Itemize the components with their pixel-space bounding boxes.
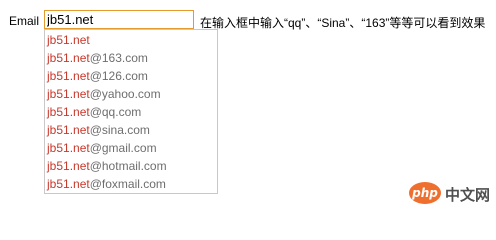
email-input[interactable] (44, 10, 194, 29)
php-cn-watermark-logo: php 中文网 (409, 182, 493, 206)
suggestion-item[interactable]: jb51.net@hotmail.com (45, 157, 217, 175)
hint-text: 在输入框中输入“qq”、“Sina”、“163”等等可以看到效果 (200, 16, 486, 30)
suggestion-domain: @qq.com (89, 105, 142, 119)
suggestion-item[interactable]: jb51.net (45, 31, 217, 49)
suggestion-item[interactable]: jb51.net@126.com (45, 67, 217, 85)
suggestion-typed-text: jb51.net (47, 177, 90, 191)
php-badge: php (409, 182, 441, 204)
suggestion-typed-text: jb51.net (47, 51, 90, 65)
suggestion-typed-text: jb51.net (47, 87, 90, 101)
suggestion-item[interactable]: jb51.net@163.com (45, 49, 217, 67)
watermark-text: 中文网 (445, 186, 491, 204)
suggestion-typed-text: jb51.net (47, 33, 90, 47)
suggestion-typed-text: jb51.net (47, 141, 90, 155)
suggestion-domain: @foxmail.com (89, 177, 166, 191)
suggestion-item[interactable]: jb51.net@foxmail.com (45, 175, 217, 193)
suggestion-typed-text: jb51.net (47, 123, 90, 137)
suggestion-typed-text: jb51.net (47, 105, 90, 119)
suggestion-item[interactable]: jb51.net@yahoo.com (45, 85, 217, 103)
suggestion-typed-text: jb51.net (47, 69, 90, 83)
suggestion-domain: @hotmail.com (89, 159, 167, 173)
suggestion-item[interactable]: jb51.net@sina.com (45, 121, 217, 139)
suggestion-domain: @gmail.com (89, 141, 157, 155)
email-label: Email (9, 14, 40, 28)
page: Email 在输入框中输入“qq”、“Sina”、“163”等等可以看到效果 j… (0, 0, 496, 213)
suggestion-domain: @yahoo.com (89, 87, 161, 101)
suggestion-item[interactable]: jb51.net@gmail.com (45, 139, 217, 157)
suggestion-typed-text: jb51.net (47, 159, 90, 173)
suggestion-item[interactable]: jb51.net@qq.com (45, 103, 217, 121)
suggestion-domain: @sina.com (89, 123, 150, 137)
suggestion-domain: @163.com (89, 51, 148, 65)
suggestion-domain: @126.com (89, 69, 148, 83)
suggestion-dropdown: jb51.net jb51.net@163.com jb51.net@126.c… (44, 29, 218, 194)
